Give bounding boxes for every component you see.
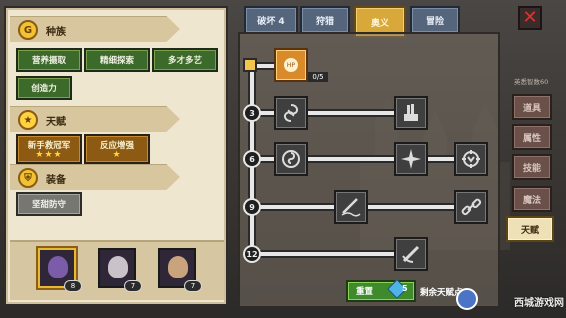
- tree-branch: [254, 252, 414, 256]
- reset-label: 重置: [356, 287, 374, 297]
- right-hint-text: 英悉智数60: [514, 78, 549, 86]
- equipment-section-header: ⛨ 装备: [10, 164, 180, 190]
- watermark-logo-icon: [456, 288, 478, 310]
- tab-hunt[interactable]: 狩猎: [300, 6, 350, 34]
- side-tab-talent[interactable]: 天赋: [506, 216, 554, 242]
- talent-node-chain[interactable]: [454, 190, 488, 224]
- star-icon: ★: [18, 110, 38, 130]
- root-talent-node[interactable]: HP: [274, 48, 308, 82]
- talent-trait-button[interactable]: 新手救冠军 ★★★: [16, 134, 82, 164]
- race-coin-icon: G: [18, 20, 38, 40]
- talent-title: 天赋: [46, 117, 66, 128]
- character-info-panel: G 种族 营养摄取 精细探索 多才多艺 创造力 ★ 天赋 新手救冠军 ★★★ 反…: [4, 6, 228, 306]
- hero-level-badge: 8: [64, 280, 82, 292]
- talent-trait-button[interactable]: 反应增强 ★: [84, 134, 150, 164]
- sword-slash-icon: [402, 245, 420, 263]
- gear-shield-icon: [462, 150, 480, 168]
- talent-node-cross-blade[interactable]: [394, 142, 428, 176]
- hero-portrait[interactable]: 7: [98, 248, 142, 292]
- level-marker: 12: [243, 245, 261, 263]
- talent-trait-label: 反应增强: [99, 140, 134, 151]
- hero-face: [168, 256, 188, 278]
- armor-icon: ⛨: [18, 168, 38, 188]
- watermark-text: 西城游戏网: [514, 297, 564, 309]
- side-tab-magic[interactable]: 魔法: [512, 186, 552, 212]
- race-section-header: G 种族: [10, 16, 180, 42]
- star-rating: ★★★: [35, 149, 63, 160]
- side-tab-skills[interactable]: 技能: [512, 154, 552, 180]
- talent-node-hand[interactable]: [394, 96, 428, 130]
- side-tab-items[interactable]: 道具: [512, 94, 552, 120]
- race-trait-button[interactable]: 创造力: [16, 76, 72, 100]
- hand-icon: [404, 104, 418, 121]
- talent-node-sword-wave[interactable]: [334, 190, 368, 224]
- hero-portrait[interactable]: 7: [158, 248, 202, 292]
- root-talent-icon: HP: [284, 58, 298, 72]
- equipment-title: 装备: [46, 175, 66, 186]
- hero-level-badge: 7: [124, 280, 142, 292]
- race-trait-button[interactable]: 精细探索: [84, 48, 150, 72]
- tab-destroy[interactable]: 破坏 4: [244, 6, 298, 34]
- gem-count: 5: [402, 284, 408, 293]
- race-title: 种族: [46, 27, 66, 38]
- star-rating: ★: [112, 149, 122, 160]
- close-button[interactable]: ✕: [518, 6, 542, 30]
- root-progress: 0/5: [308, 72, 328, 82]
- talent-node-spiral[interactable]: [274, 142, 308, 176]
- equipment-item-button[interactable]: 坚甜防守: [16, 192, 82, 216]
- race-trait-button[interactable]: 营养摄取: [16, 48, 82, 72]
- hero-face: [108, 256, 128, 278]
- talent-node-vortex[interactable]: [274, 96, 308, 130]
- vortex-icon: [283, 104, 299, 122]
- tab-adventure[interactable]: 冒险: [410, 6, 460, 34]
- side-tab-attributes[interactable]: 属性: [512, 124, 552, 150]
- level-marker: 6: [243, 150, 261, 168]
- spiral-icon: [282, 150, 300, 168]
- hero-selector: 8 7 7: [10, 240, 224, 300]
- talent-section-header: ★ 天赋: [10, 106, 180, 132]
- svg-text:HP: HP: [287, 62, 296, 69]
- talent-trait-label: 新手救冠军: [27, 140, 71, 151]
- cross-blade-icon: [401, 149, 421, 169]
- hero-face: [48, 256, 68, 278]
- hero-portrait[interactable]: 8: [38, 248, 82, 292]
- level-marker: 3: [243, 104, 261, 122]
- chain-icon: [461, 198, 482, 216]
- race-trait-button[interactable]: 多才多艺: [152, 48, 218, 72]
- hero-level-badge: 7: [184, 280, 202, 292]
- close-icon: ✕: [522, 7, 538, 28]
- tree-branch: [254, 64, 274, 68]
- talent-node-sword-slash[interactable]: [394, 237, 428, 271]
- level-marker: 9: [243, 198, 261, 216]
- tree-root-marker: [243, 58, 257, 72]
- talent-node-gear-shield[interactable]: [454, 142, 488, 176]
- sword-wave-icon: [341, 198, 361, 217]
